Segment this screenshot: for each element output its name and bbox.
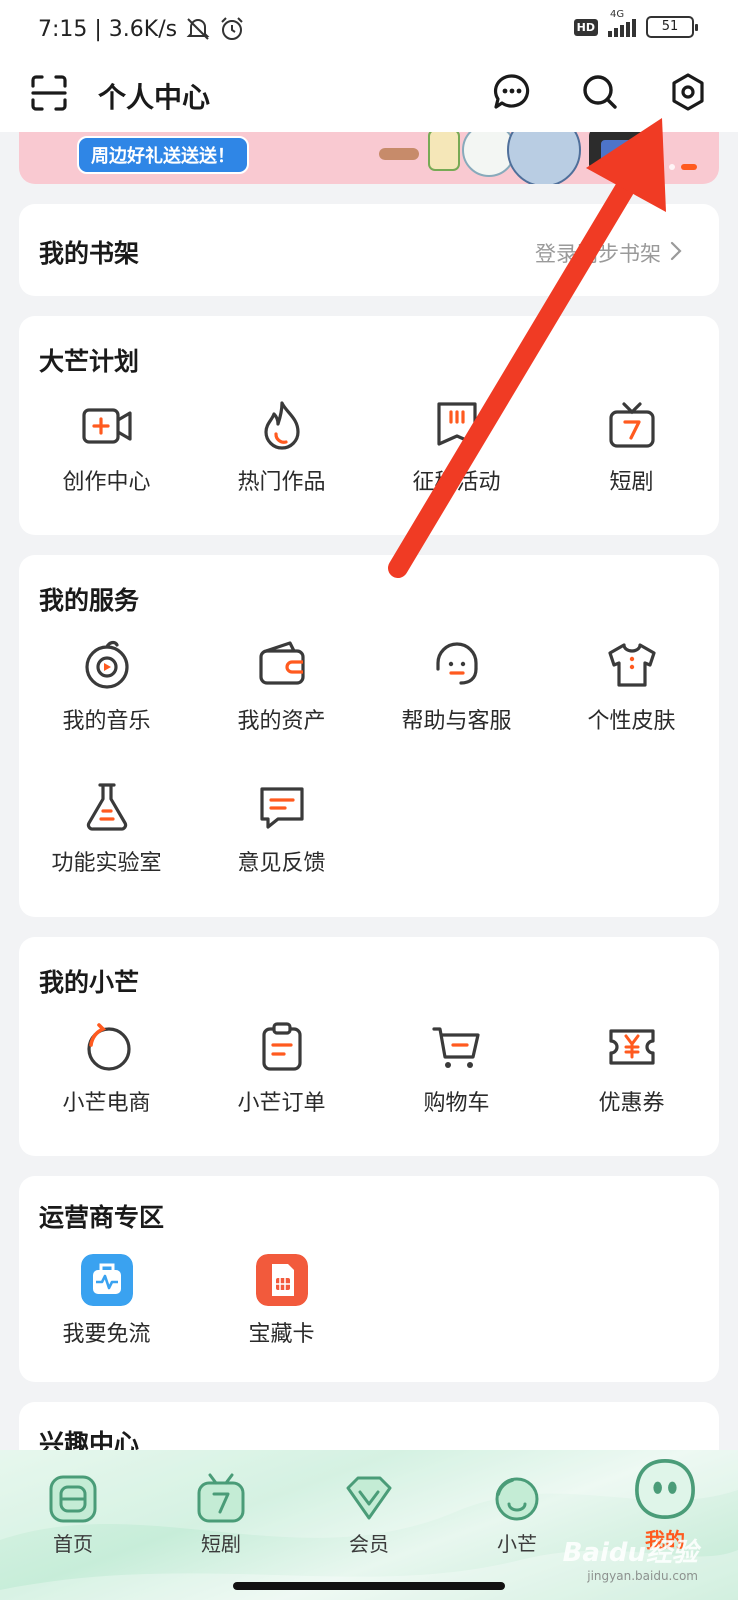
grid-item-free-data[interactable]: 我要免流 <box>19 1254 194 1348</box>
grid-item-coupons[interactable]: 优惠券 <box>544 1019 719 1117</box>
home-tab-icon <box>49 1475 97 1523</box>
message-icon[interactable] <box>492 72 532 112</box>
page-title: 个人中心 <box>98 81 211 114</box>
mine-tab-icon <box>635 1459 695 1519</box>
grid-item-label: 购物车 <box>423 1091 490 1116</box>
grid-item-label: 宝藏卡 <box>248 1322 315 1347</box>
flask-icon <box>86 783 127 831</box>
dama-plan-card: 大芒计划 创作中心 热门作品 征稿活动 短剧 <box>19 316 719 535</box>
section-title: 运营商专区 <box>39 1203 165 1232</box>
grid-item-cart[interactable]: 购物车 <box>369 1019 544 1117</box>
my-services-card: 我的服务 我的音乐 我的资产 帮助与客服 个性皮肤 功能实验室 意见反馈 <box>19 555 719 917</box>
grid-item-skins[interactable]: 个性皮肤 <box>544 637 719 735</box>
headset-icon <box>435 642 478 685</box>
free-data-icon <box>80 1254 133 1306</box>
bookshelf-title: 我的书架 <box>39 239 140 268</box>
battery-level: 51 <box>661 19 679 34</box>
clipboard-icon <box>261 1022 302 1071</box>
watermark-url: jingyan.baidu.com <box>587 1569 698 1583</box>
grid-item-label: 我的资产 <box>237 709 326 734</box>
short-drama-tab-icon <box>197 1473 245 1523</box>
grid-item-hot-works[interactable]: 热门作品 <box>194 398 369 496</box>
header: 个人中心 <box>0 62 738 132</box>
chevron-right-icon <box>670 241 682 261</box>
tab-home[interactable]: 首页 <box>13 1472 133 1557</box>
grid-item-feature-lab[interactable]: 功能实验室 <box>19 779 194 877</box>
vip-tab-icon <box>346 1476 392 1520</box>
grid-item-label: 我要免流 <box>62 1322 151 1347</box>
signal-icon <box>608 17 636 37</box>
watermark-text: Baidu经验 <box>562 1538 698 1568</box>
grid-item-call-for-submissions[interactable]: 征稿活动 <box>369 398 544 496</box>
grid-item-treasure-card[interactable]: 宝藏卡 <box>194 1254 369 1348</box>
grid-item-my-assets[interactable]: 我的资产 <box>194 637 369 735</box>
xiaomang-circle-icon <box>86 1023 131 1071</box>
grid-item-xiaomang-shop[interactable]: 小芒电商 <box>19 1019 194 1117</box>
bookshelf-card[interactable]: 我的书架 登录同步书架 <box>19 204 719 296</box>
grid-item-label: 我的音乐 <box>62 709 151 734</box>
tab-vip[interactable]: 会员 <box>309 1472 429 1557</box>
bookshelf-login-hint[interactable]: 登录同步书架 <box>535 238 661 268</box>
tab-label: 小芒 <box>497 1532 537 1556</box>
search-icon[interactable] <box>580 72 620 112</box>
status-bar: 7:15 | 3.6K/s HD 4G 51 <box>0 0 738 62</box>
tab-label: 短剧 <box>201 1532 241 1556</box>
grid-item-help-support[interactable]: 帮助与客服 <box>369 637 544 735</box>
grid-item-label: 创作中心 <box>62 470 151 495</box>
grid-item-xiaomang-orders[interactable]: 小芒订单 <box>194 1019 369 1117</box>
wallet-icon <box>258 641 305 685</box>
settings-icon[interactable] <box>668 72 708 112</box>
xiaomang-tab-icon <box>495 1477 539 1521</box>
grid-item-label: 短剧 <box>609 470 654 495</box>
grid-item-label: 小芒订单 <box>237 1091 326 1116</box>
sim-card-icon <box>255 1254 308 1306</box>
grid-item-my-music[interactable]: 我的音乐 <box>19 637 194 735</box>
grid-item-label: 热门作品 <box>237 470 326 495</box>
bookmark-icon <box>436 402 477 446</box>
battery-icon: 51 <box>646 16 698 38</box>
tv-icon <box>608 402 655 448</box>
cart-icon <box>431 1027 480 1068</box>
status-time-speed: 7:15 | 3.6K/s <box>38 16 178 42</box>
tab-label: 首页 <box>53 1532 93 1556</box>
music-disc-icon <box>84 640 129 689</box>
tab-xiaomang[interactable]: 小芒 <box>457 1472 577 1557</box>
grid-item-feedback[interactable]: 意见反馈 <box>194 779 369 877</box>
grid-item-label: 个性皮肤 <box>587 709 676 734</box>
flame-icon <box>263 401 300 450</box>
operator-zone-card: 运营商专区 我要免流 宝藏卡 <box>19 1176 719 1382</box>
grid-item-label: 征稿活动 <box>412 470 501 495</box>
hd-badge: HD <box>573 18 598 36</box>
mute-bell-icon <box>186 18 210 40</box>
alarm-icon <box>221 17 243 40</box>
section-title: 我的服务 <box>39 586 140 615</box>
grid-item-creation-center[interactable]: 创作中心 <box>19 398 194 496</box>
baidu-watermark: Baidu经验 jingyan.baidu.com <box>563 1532 698 1583</box>
banner-tag: 周边好礼送送送！ <box>77 136 249 174</box>
scan-icon[interactable] <box>30 74 68 112</box>
coupon-icon <box>608 1029 655 1065</box>
feedback-icon <box>259 787 304 829</box>
tab-short-drama[interactable]: 短剧 <box>161 1472 281 1557</box>
grid-item-label: 意见反馈 <box>237 851 326 876</box>
grid-item-label: 优惠券 <box>598 1091 665 1116</box>
section-title: 我的小芒 <box>39 968 140 997</box>
network-label: 4G <box>610 9 625 20</box>
tab-label: 会员 <box>349 1532 389 1556</box>
section-title: 大芒计划 <box>39 347 140 376</box>
network-label-wrap: 4G <box>608 9 636 37</box>
home-indicator[interactable] <box>233 1582 505 1590</box>
banner-pagination <box>669 164 697 170</box>
grid-item-label: 小芒电商 <box>62 1091 151 1116</box>
tshirt-icon <box>607 643 656 687</box>
video-plus-icon <box>81 408 132 444</box>
my-xiaomang-card: 我的小芒 小芒电商 小芒订单 购物车 优惠券 <box>19 937 719 1156</box>
grid-item-label: 功能实验室 <box>51 851 162 876</box>
grid-item-short-drama[interactable]: 短剧 <box>544 398 719 496</box>
grid-item-label: 帮助与客服 <box>401 709 512 734</box>
